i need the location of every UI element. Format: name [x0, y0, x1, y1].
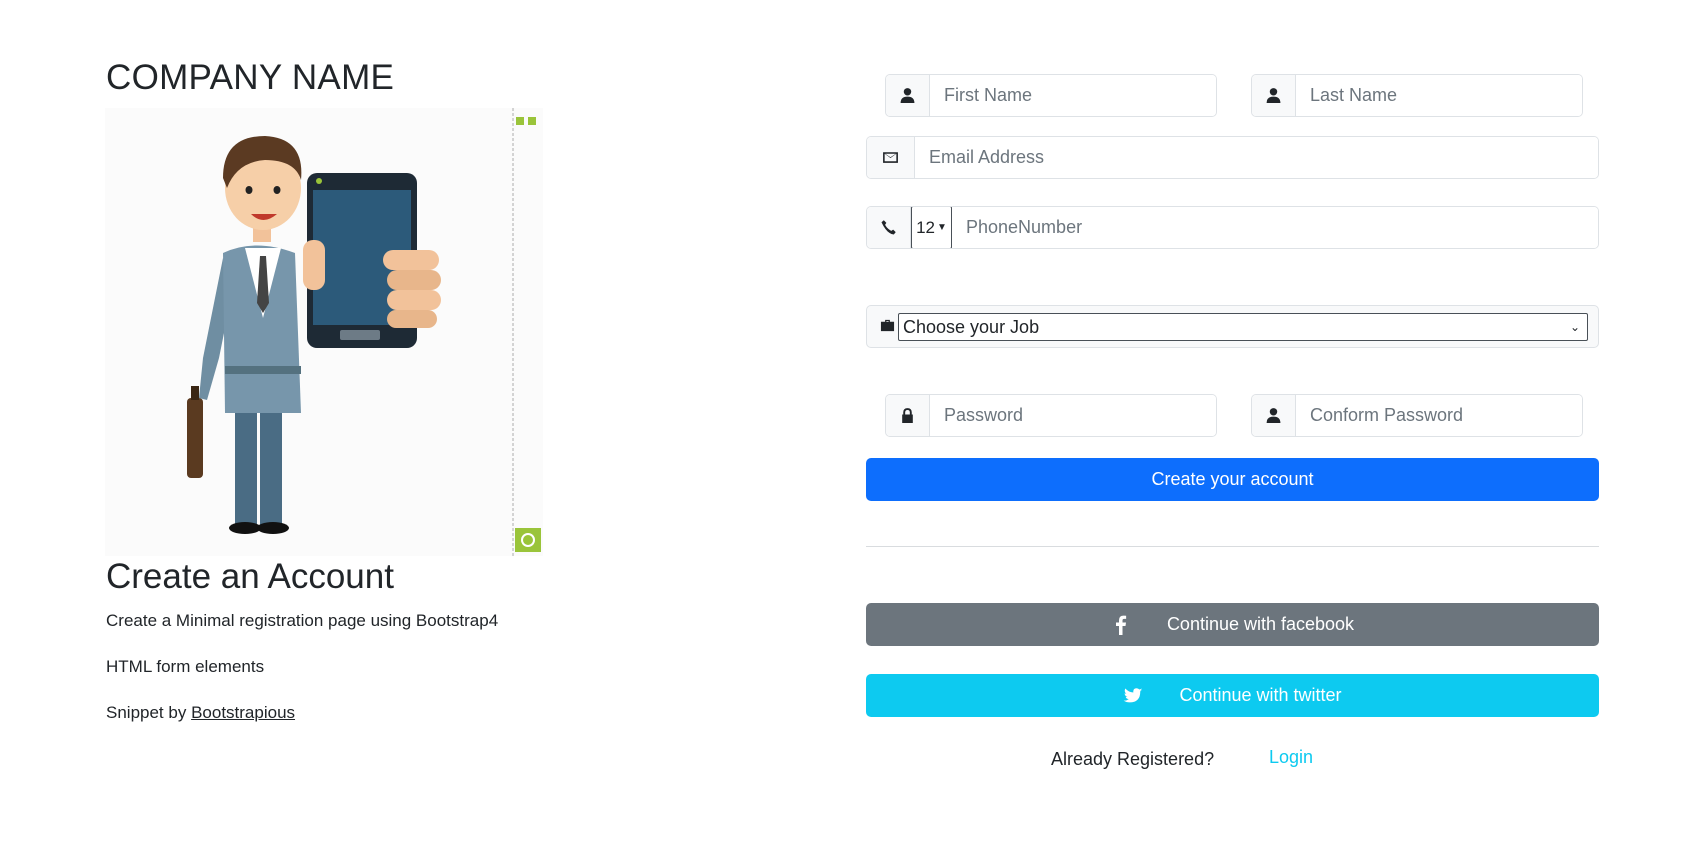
password-group: [885, 394, 1217, 437]
create-account-button[interactable]: Create your account: [866, 458, 1599, 501]
company-name: COMPANY NAME: [106, 58, 395, 97]
user-icon: [1252, 395, 1296, 436]
phone-input[interactable]: [952, 207, 1598, 248]
country-code-select[interactable]: 12 ▼: [911, 207, 952, 248]
email-group: [866, 136, 1599, 179]
user-icon: [886, 75, 930, 116]
first-name-input[interactable]: [930, 75, 1216, 116]
page-heading: Create an Account: [106, 557, 394, 596]
subdescription-text: HTML form elements: [106, 657, 265, 676]
job-group: Choose your Job ⌄: [866, 305, 1599, 348]
divider: [866, 546, 1599, 547]
phone-icon: [867, 207, 911, 248]
password-input[interactable]: [930, 395, 1216, 436]
confirm-password-input[interactable]: [1296, 395, 1582, 436]
briefcase-icon: [880, 319, 895, 332]
job-select[interactable]: Choose your Job ⌄: [898, 313, 1588, 341]
already-registered-text: Already Registered?: [1051, 749, 1215, 769]
snippet-credit: Snippet by Bootstrapious: [106, 703, 295, 723]
user-icon: [1252, 75, 1296, 116]
businessman-illustration: [105, 108, 543, 556]
envelope-icon: [867, 137, 915, 178]
login-link[interactable]: Login: [1269, 747, 1313, 768]
last-name-group: [1251, 74, 1583, 117]
lock-icon: [886, 395, 930, 436]
phone-group: 12 ▼: [866, 206, 1599, 249]
chevron-down-icon: ▼: [937, 222, 947, 233]
twitter-login-button[interactable]: Continue with twitter: [866, 674, 1599, 717]
email-input[interactable]: [915, 137, 1598, 178]
last-name-input[interactable]: [1296, 75, 1582, 116]
chevron-down-icon: ⌄: [1569, 320, 1580, 334]
confirm-password-group: [1251, 394, 1583, 437]
twitter-icon: [1124, 687, 1143, 702]
snippet-prefix: Snippet by: [106, 703, 187, 722]
job-select-value: Choose your Job: [903, 317, 1040, 337]
description-text: Create a Minimal registration page using…: [106, 611, 499, 630]
bootstrapious-link[interactable]: Bootstrapious: [191, 703, 295, 722]
facebook-button-label: Continue with facebook: [1166, 614, 1355, 634]
first-name-group: [885, 74, 1217, 117]
facebook-login-button[interactable]: Continue with facebook: [866, 603, 1599, 646]
country-code-value: 12: [916, 217, 935, 237]
facebook-icon: [1115, 615, 1127, 635]
twitter-button-label: Continue with twitter: [1179, 685, 1342, 705]
